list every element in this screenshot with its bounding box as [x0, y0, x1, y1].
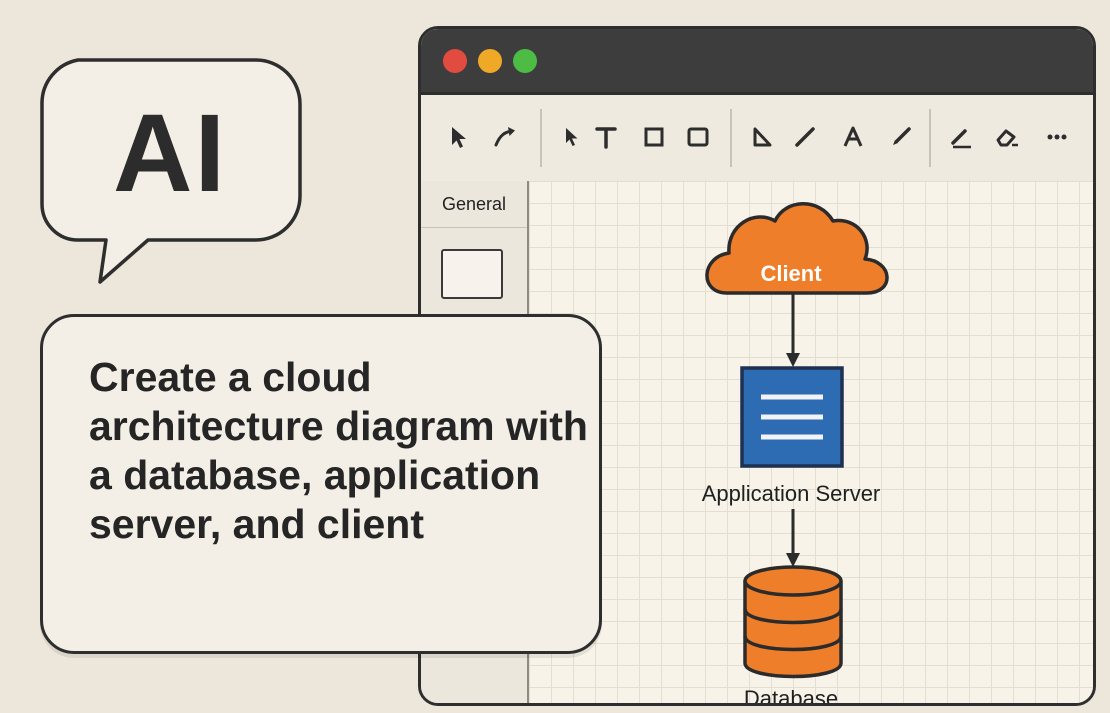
- prompt-card: Create a cloud architecture diagram with…: [40, 314, 602, 654]
- connector-icon[interactable]: [489, 121, 521, 153]
- triangle-icon[interactable]: [746, 121, 778, 153]
- edge-client-to-server: [786, 293, 800, 367]
- toolbar-separator: [540, 109, 542, 167]
- application-server-label: Application Server: [701, 481, 881, 506]
- client-label: Client: [760, 261, 822, 286]
- pointer-icon[interactable]: [556, 121, 588, 153]
- editor-toolbar: [421, 95, 1093, 183]
- text-tool-icon[interactable]: [590, 121, 622, 153]
- database-cylinder-node[interactable]: [743, 565, 843, 679]
- more-icon[interactable]: [1041, 121, 1073, 153]
- select-arrow-icon[interactable]: [443, 121, 475, 153]
- application-server-node[interactable]: [740, 366, 844, 468]
- prompt-text: Create a cloud architecture diagram with…: [89, 354, 588, 547]
- diagram-canvas[interactable]: Client Application Server Database: [529, 181, 1093, 703]
- square-icon[interactable]: [682, 121, 714, 153]
- shape-rectangle-thumb[interactable]: [441, 249, 503, 299]
- pencil-icon[interactable]: [945, 121, 977, 153]
- pen-icon[interactable]: [885, 121, 917, 153]
- minimize-window-button[interactable]: [478, 49, 502, 73]
- toolbar-separator: [730, 109, 732, 167]
- toolbar-separator: [929, 109, 931, 167]
- eraser-icon[interactable]: [991, 121, 1023, 153]
- sidebar-header-general[interactable]: General: [421, 181, 527, 228]
- rectangle-icon[interactable]: [638, 121, 670, 153]
- text-a-icon[interactable]: [837, 121, 869, 153]
- ai-badge-label: AI: [113, 91, 227, 215]
- line-icon[interactable]: [789, 121, 821, 153]
- window-titlebar: [421, 29, 1093, 95]
- database-label: Database: [743, 686, 839, 706]
- edge-server-to-database: [786, 509, 800, 567]
- diagram-svg: [705, 202, 889, 679]
- close-window-button[interactable]: [443, 49, 467, 73]
- maximize-window-button[interactable]: [513, 49, 537, 73]
